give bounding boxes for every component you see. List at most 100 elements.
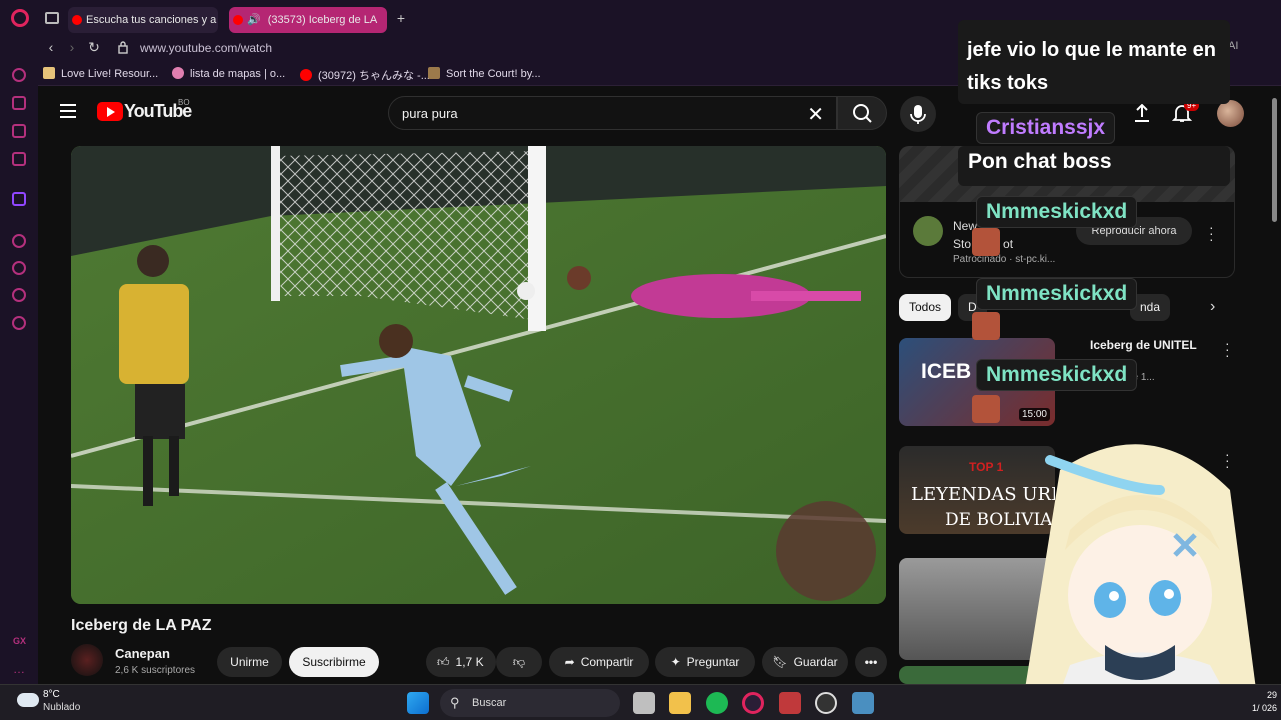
thumbs-down-icon: 👎︎	[512, 655, 526, 669]
back-icon[interactable]: ‹	[43, 39, 59, 55]
search-box[interactable]: pura pura ✕	[388, 96, 837, 130]
youtube-logo-icon[interactable]	[97, 102, 123, 121]
player-icon[interactable]	[12, 68, 26, 82]
vtuber-avatar	[1020, 444, 1260, 720]
share-button[interactable]: ➦ Compartir	[549, 647, 649, 677]
thumbs-up-icon: 👍︎	[437, 655, 450, 669]
app-icon[interactable]	[779, 692, 801, 714]
gx-corner-icon[interactable]	[12, 152, 26, 166]
history-icon[interactable]	[12, 261, 26, 275]
gx-control-icon[interactable]	[12, 96, 26, 110]
bookmark-favicon-icon	[172, 67, 184, 79]
tab-iceberg[interactable]: 🔊 (33573) Iceberg de LA	[229, 7, 387, 33]
bookmark-item[interactable]: lista de mapas | o...	[172, 67, 285, 80]
related-title[interactable]: Iceberg de UNITEL	[1090, 338, 1197, 352]
tab-label: (33573) Iceberg de LA	[267, 14, 378, 26]
extensions-icon[interactable]	[12, 288, 26, 302]
microphone-icon	[910, 105, 926, 124]
lock-icon	[118, 41, 128, 54]
twitch-icon[interactable]	[12, 192, 26, 206]
channel-avatar[interactable]	[71, 644, 103, 676]
windows-start-icon[interactable]	[407, 692, 429, 714]
chat-message: Pon chat boss	[958, 146, 1230, 186]
dislike-button[interactable]: 👎︎	[496, 647, 542, 677]
spotify-icon[interactable]	[706, 692, 728, 714]
avatar[interactable]	[1217, 100, 1244, 127]
share-icon: ➦	[564, 655, 575, 669]
video-frame	[71, 146, 886, 604]
search-button[interactable]	[837, 96, 887, 130]
voice-search-button[interactable]	[900, 96, 936, 132]
weather-temperature[interactable]: 8°C	[43, 689, 60, 700]
opera-logo-icon[interactable]	[11, 9, 29, 27]
clear-search-icon[interactable]: ✕	[807, 102, 824, 127]
cloud-icon[interactable]	[17, 693, 39, 707]
system-clock[interactable]: 29 1/ 026	[1252, 689, 1277, 715]
speaker-icon[interactable]: 🔊	[247, 14, 261, 26]
youtube-favicon-icon	[233, 15, 243, 25]
chip-all[interactable]: Todos	[899, 294, 952, 321]
bookmark-icon: 🔖︎	[772, 655, 788, 669]
photos-icon[interactable]	[852, 692, 874, 714]
channel-name[interactable]: Canepan	[115, 646, 170, 661]
subscribe-button[interactable]: Suscribirme	[289, 647, 379, 677]
forward-icon[interactable]: ›	[64, 39, 80, 55]
bookmark-favicon-icon	[43, 67, 55, 79]
taskbar-search[interactable]: ⚲ Buscar	[440, 689, 620, 717]
screen: GX … Escucha tus canciones y a 🔊 (33573)…	[0, 0, 1281, 720]
search-icon	[853, 104, 872, 123]
related-menu-icon[interactable]: · · ·	[1225, 336, 1233, 362]
join-button[interactable]: Unirme	[217, 647, 282, 677]
url-field[interactable]: www.youtube.com/watch	[140, 41, 272, 55]
subscriber-count: 2,6 K suscriptores	[115, 665, 196, 676]
chat-avatar	[972, 228, 1000, 256]
cleaner-icon[interactable]	[12, 124, 26, 138]
more-icon[interactable]: …	[13, 662, 25, 676]
game-icon	[428, 67, 440, 79]
ad-menu-icon[interactable]: · · ·	[1209, 220, 1217, 246]
chat-username: Nmmeskickxd	[976, 278, 1138, 310]
chat-username: Nmmeskickxd	[976, 196, 1138, 228]
new-tab-button[interactable]: +	[393, 10, 409, 26]
more-actions-button[interactable]: •••	[855, 647, 887, 677]
file-explorer-icon[interactable]	[669, 692, 691, 714]
youtube-icon	[300, 69, 312, 81]
search-icon: ⚲	[450, 695, 460, 710]
tab-spotify[interactable]: Escucha tus canciones y a	[68, 7, 218, 33]
taskbar: 8°C Nublado ⚲ Buscar 29 1/ 026	[0, 684, 1281, 720]
tab-label: Escucha tus canciones y a	[86, 14, 217, 26]
settings-icon[interactable]	[12, 316, 26, 330]
ask-button[interactable]: ✦ Preguntar	[655, 647, 755, 677]
chat-username: Cristianssjx	[976, 112, 1116, 144]
workspace-icon[interactable]	[45, 12, 59, 24]
scrollbar-thumb[interactable]	[1272, 98, 1277, 222]
opera-gx-icon[interactable]	[742, 692, 764, 714]
youtube-favicon-icon	[72, 15, 82, 25]
task-view-icon[interactable]	[633, 692, 655, 714]
reload-icon[interactable]: ↻	[86, 39, 102, 56]
chat-message: jefe vio lo que le mante en tiks toks	[958, 20, 1230, 104]
menu-icon[interactable]	[60, 104, 76, 118]
sparkle-icon: ✦	[670, 655, 681, 669]
gx-label: GX	[13, 636, 27, 646]
ad-logo[interactable]	[913, 216, 943, 246]
chevron-right-icon[interactable]: ›	[1210, 298, 1215, 316]
bookmark-item[interactable]: Sort the Court! by...	[428, 67, 541, 80]
video-duration: 15:00	[1018, 408, 1050, 421]
video-title: Iceberg de LA PAZ	[71, 617, 212, 634]
ad-sponsored-label: Patrocinado · st-pc.ki...	[953, 254, 1056, 265]
weather-description[interactable]: Nublado	[43, 702, 80, 713]
add-icon[interactable]	[12, 234, 26, 248]
save-button[interactable]: 🔖︎ Guardar	[762, 647, 848, 677]
upload-icon[interactable]	[1133, 103, 1151, 123]
chat-username: Nmmeskickxd	[976, 359, 1138, 391]
country-code: BO	[178, 98, 190, 107]
like-button[interactable]: 👍︎ 1,7 K	[426, 647, 496, 677]
opera-sidebar: GX …	[0, 0, 38, 684]
chat-avatar	[972, 395, 1000, 423]
search-input[interactable]: pura pura	[402, 106, 458, 121]
bookmark-item[interactable]: Love Live! Resour...	[43, 67, 158, 80]
video-player[interactable]	[71, 146, 886, 604]
bookmark-item[interactable]: (30972) ちゃんみな -...	[300, 67, 430, 83]
osu-icon[interactable]	[815, 692, 837, 714]
